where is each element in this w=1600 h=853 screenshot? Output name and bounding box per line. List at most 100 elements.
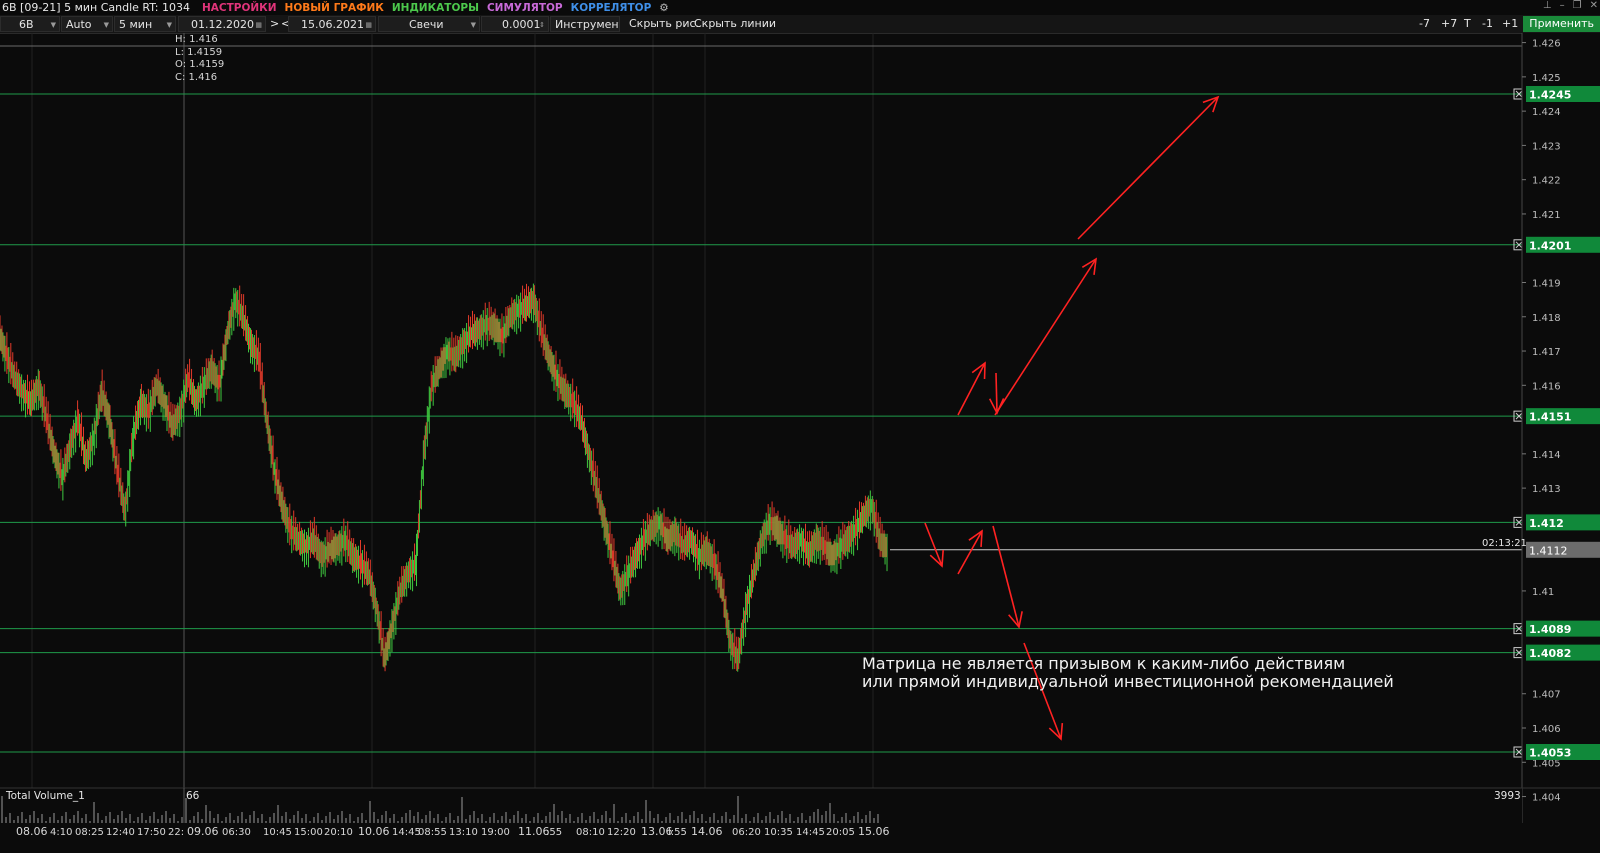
scale-select[interactable]: Auto ▼ <box>61 16 113 32</box>
plus1-button[interactable]: +1 <box>1498 16 1522 32</box>
menu-settings[interactable]: НАСТРОЙКИ <box>202 2 277 14</box>
level-price-label: 1.4082 <box>1529 647 1571 660</box>
y-tick-label: 1.417 <box>1532 347 1561 358</box>
volume-bg <box>0 788 1522 823</box>
apply-button[interactable]: Применить <box>1523 16 1600 32</box>
y-tick-label: 1.422 <box>1532 176 1561 187</box>
window-controls: ⊥ – ❐ ✕ <box>1543 0 1598 11</box>
calendar-icon[interactable]: ▦ <box>255 17 262 31</box>
arrow-line <box>995 372 998 414</box>
y-tick-label: 1.407 <box>1532 690 1561 701</box>
arrow-line <box>957 530 983 575</box>
restore-icon[interactable]: ❐ <box>1573 0 1582 11</box>
x-tick-label: 13:10 <box>449 827 478 838</box>
current-price-label: 1.4112 <box>1529 544 1568 557</box>
x-tick-label: l:55 <box>668 827 687 838</box>
price-series <box>0 283 888 672</box>
arrow-line <box>994 258 1097 416</box>
spin-arrows-icon[interactable]: ⇕ <box>539 17 545 31</box>
chart-type-select[interactable]: Свечи ▼ <box>378 16 480 32</box>
date-from-field[interactable]: 01.12.2020 ▦ <box>178 16 266 32</box>
chevron-down-icon: ▼ <box>470 21 476 29</box>
disclaimer-text: Матрица не является призывом к каким-либ… <box>862 655 1394 691</box>
close-icon[interactable]: ✕ <box>1590 0 1598 11</box>
level-price-label: 1.4089 <box>1529 623 1571 636</box>
price-chart[interactable]: 1.426 1.425 1.424 1.423 1.422 1.421 1.419 1.418… <box>0 33 1600 853</box>
x-tick-label: 17:50 <box>137 827 166 838</box>
level-price-label: 1.4053 <box>1529 747 1571 760</box>
x-tick-label: 14:45 <box>796 827 825 838</box>
price-axis: 1.426 1.425 1.424 1.423 1.422 1.421 1.419 1.418… <box>1521 33 1600 853</box>
y-tick-label: 1.41 <box>1532 587 1554 598</box>
date-from-value: 01.12.2020 <box>191 18 254 31</box>
x-tick-label: 08:25 <box>75 827 104 838</box>
menu-simulator[interactable]: СИМУЛЯТОР <box>487 2 563 14</box>
x-tick-label: 20:10 <box>324 827 353 838</box>
hide-lines-button[interactable]: Скрыть линии <box>690 16 780 32</box>
volume-max: 3993 <box>1494 790 1521 802</box>
tick-size-stepper[interactable]: 0.0001 ⇕ <box>481 16 549 32</box>
arrow-line <box>1077 96 1219 240</box>
y-tick-label: 1.418 <box>1532 313 1561 324</box>
y-tick-label: 1.413 <box>1532 484 1561 495</box>
time-remaining: 02:13:21 <box>1482 538 1527 549</box>
minus1-button[interactable]: -1 <box>1478 16 1497 32</box>
y-tick-label: 1.406 <box>1532 724 1561 735</box>
x-tick-label: 19:00 <box>481 827 510 838</box>
chevron-down-icon: ▼ <box>50 21 56 29</box>
calendar-icon[interactable]: ▦ <box>365 17 372 31</box>
pin-icon[interactable]: ⊥ <box>1543 0 1552 11</box>
level-price-label: 1.4201 <box>1529 239 1571 252</box>
y-tick-label: 1.424 <box>1532 107 1561 118</box>
x-tick-label: 06:30 <box>222 827 251 838</box>
x-tick-label: 10:35 <box>764 827 793 838</box>
ohlc-close: C: 1.416 <box>175 72 218 84</box>
volume-label: Total Volume_1 <box>6 790 85 802</box>
level-price-label: 1.4151 <box>1529 411 1571 424</box>
x-tick-label: 14:45 <box>392 827 421 838</box>
y-tick-label: 1.419 <box>1532 278 1561 289</box>
tools-label: Инструменты <box>555 18 619 31</box>
level-price-label: 1.412 <box>1529 517 1564 530</box>
volume-pane <box>0 787 1600 823</box>
date-to-field[interactable]: 15.06.2021 ▦ <box>288 16 376 32</box>
chevron-down-icon: ▼ <box>103 21 109 29</box>
volume-current: 66 <box>186 790 200 802</box>
x-tick-label: 10.06 <box>358 825 390 838</box>
drawn-arrows <box>924 95 1220 741</box>
x-tick-label: 15:00 <box>294 827 323 838</box>
level-price-label: 1.4245 <box>1529 89 1571 102</box>
arrow-line <box>957 362 986 416</box>
y-tick-label: 1.404 <box>1532 793 1561 804</box>
x-tick-label: 08.06 <box>16 825 48 838</box>
t-button[interactable]: T <box>1460 16 1475 32</box>
x-tick-label: 4:10 <box>50 827 72 838</box>
symbol-select[interactable]: 6B ▼ <box>0 16 60 32</box>
minimize-icon[interactable]: – <box>1560 0 1565 11</box>
y-tick-label: 1.425 <box>1532 73 1561 84</box>
chevron-down-icon: ▼ <box>166 21 172 29</box>
disclaimer-line-1: Матрица не является призывом к каким-либ… <box>862 654 1346 673</box>
timeframe-value: 5 мин <box>119 18 153 31</box>
tools-button[interactable]: Инструменты <box>550 16 620 32</box>
menu-indicators[interactable]: ИНДИКАТОРЫ <box>392 2 479 14</box>
minus7-button[interactable]: -7 <box>1415 16 1434 32</box>
menu-new-chart[interactable]: НОВЫЙ ГРАФИК <box>285 2 384 14</box>
symbol-value: 6B <box>19 18 34 31</box>
x-tick-label: 06:20 <box>732 827 761 838</box>
x-tick-label: 11.06 <box>518 825 550 838</box>
ohlc-low: L: 1.4159 <box>175 46 223 58</box>
plus7-button[interactable]: +7 <box>1437 16 1461 32</box>
x-tick-label: 08:10 <box>576 827 605 838</box>
scale-value: Auto <box>66 18 92 31</box>
date-to-value: 15.06.2021 <box>301 18 364 31</box>
timeframe-select[interactable]: 5 мин ▼ <box>114 16 176 32</box>
gears-icon[interactable]: ⚙ <box>659 2 668 14</box>
ohlc-open: O: 1.4159 <box>175 59 225 71</box>
x-tick-label: 14.06 <box>691 825 723 838</box>
x-tick-label: :55 <box>546 827 562 838</box>
y-tick-label: 1.421 <box>1532 210 1561 221</box>
x-tick-label: 12:20 <box>607 827 636 838</box>
menu-correlator[interactable]: КОРРЕЛЯТОР <box>571 2 652 14</box>
y-tick-label: 1.414 <box>1532 450 1561 461</box>
